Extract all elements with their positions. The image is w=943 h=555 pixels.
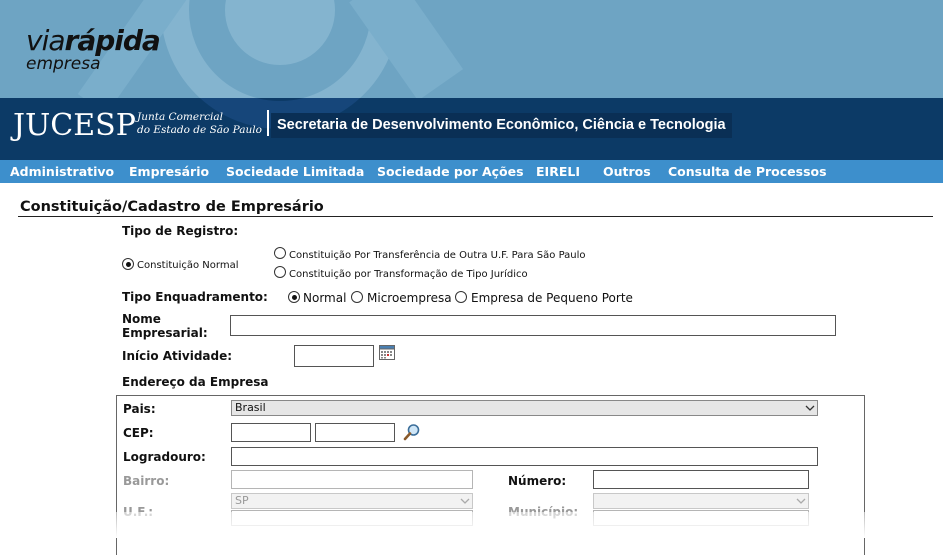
chevron-down-icon <box>805 405 815 411</box>
bairro-input[interactable] <box>231 470 473 489</box>
viarapida-logo[interactable]: viarápida empresa <box>26 24 161 74</box>
menu-item-empresario[interactable]: Empresário <box>129 160 209 183</box>
cep-label: CEP: <box>123 426 154 440</box>
nome-empresarial-label: Nome Empresarial: <box>122 312 208 340</box>
menu-item-sociedade-por-acoes[interactable]: Sociedade por Ações <box>377 160 524 183</box>
radio-constituicao-transferencia-label: Constituição Por Transferência de Outra … <box>289 250 586 261</box>
radio-constituicao-normal[interactable] <box>122 258 134 270</box>
menu-item-consulta-processos[interactable]: Consulta de Processos <box>668 160 827 183</box>
cep-input-1[interactable] <box>231 423 311 442</box>
cep-input-2[interactable] <box>315 423 395 442</box>
chevron-down-icon <box>460 498 470 504</box>
radio-enquadramento-normal-label: Normal <box>303 291 347 305</box>
menu-item-administrativo[interactable]: Administrativo <box>10 160 114 183</box>
radio-enquadramento-microempresa[interactable] <box>351 291 363 303</box>
radio-enquadramento-normal[interactable] <box>288 291 300 303</box>
pais-label: Pais: <box>123 402 156 416</box>
inicio-atividade-label: Início Atividade: <box>122 349 233 363</box>
chevron-down-icon <box>796 498 806 504</box>
radio-constituicao-transformacao-label: Constituição por Transformação de Tipo J… <box>289 269 528 280</box>
secretaria-title: Secretaria de Desenvolvimento Econômico,… <box>271 113 732 138</box>
jucesp-logo[interactable]: JUCESP <box>13 108 136 143</box>
header-banner: viarápida empresa <box>0 0 943 98</box>
tipo-enquadramento-label: Tipo Enquadramento: <box>122 290 268 304</box>
endereco-empresa-label: Endereço da Empresa <box>122 375 269 389</box>
menu-item-eireli[interactable]: EIRELI <box>536 160 580 183</box>
logradouro-label: Logradouro: <box>123 450 206 464</box>
nome-empresarial-input[interactable] <box>230 315 836 336</box>
magnifier-icon[interactable] <box>403 423 421 441</box>
inicio-atividade-input[interactable] <box>294 345 374 367</box>
radio-constituicao-normal-label: Constituição Normal <box>137 260 239 271</box>
bairro-label: Bairro: <box>123 474 170 488</box>
numero-label: Número: <box>508 474 567 488</box>
menu-item-outros[interactable]: Outros <box>603 160 651 183</box>
tipo-registro-label: Tipo de Registro: <box>122 224 239 238</box>
uf-select[interactable]: SP <box>231 493 473 509</box>
bottom-fade <box>0 512 943 538</box>
calendar-icon[interactable] <box>379 345 395 360</box>
logradouro-input[interactable] <box>231 447 818 466</box>
radio-enquadramento-microempresa-label: Microempresa <box>367 291 452 305</box>
pais-select[interactable]: Brasil <box>231 400 818 416</box>
logo-divider <box>267 110 269 136</box>
municipio-select[interactable] <box>593 493 809 509</box>
junta-comercial-name: Junta Comercial do Estado de São Paulo <box>137 111 262 136</box>
government-bar: JUCESP Junta Comercial do Estado de São … <box>0 98 943 160</box>
main-menu: Administrativo Empresário Sociedade Limi… <box>0 160 943 183</box>
numero-input[interactable] <box>593 470 809 489</box>
page-title: Constituição/Cadastro de Empresário <box>20 199 324 215</box>
radio-constituicao-transferencia[interactable] <box>274 247 286 259</box>
radio-enquadramento-epp[interactable] <box>455 291 467 303</box>
radio-enquadramento-epp-label: Empresa de Pequeno Porte <box>471 291 633 305</box>
title-divider <box>18 216 933 217</box>
menu-item-sociedade-limitada[interactable]: Sociedade Limitada <box>226 160 364 183</box>
radio-constituicao-transformacao[interactable] <box>274 266 286 278</box>
